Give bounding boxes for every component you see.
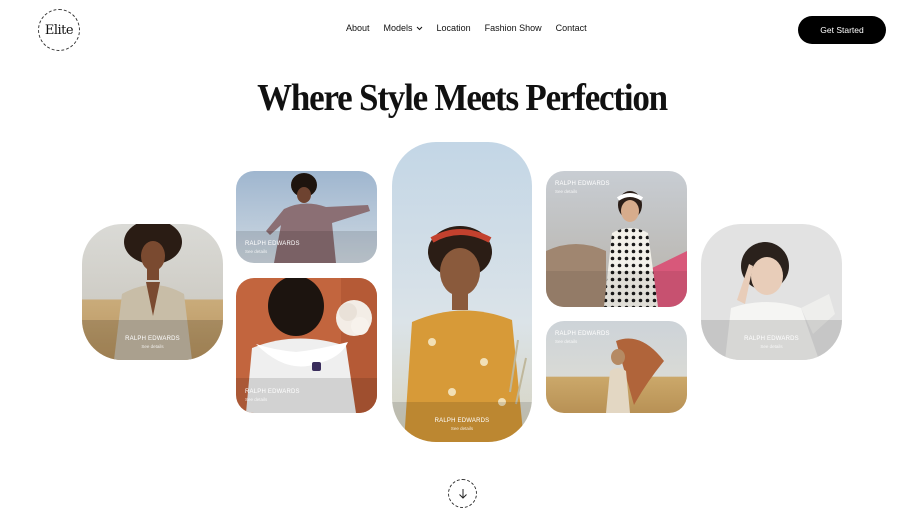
scroll-down-button[interactable] xyxy=(448,479,477,508)
nav-location[interactable]: Location xyxy=(437,23,471,33)
get-started-button[interactable]: Get Started xyxy=(798,16,886,44)
model-caption-5: RALPH EDWARDS See details xyxy=(555,181,687,194)
model-caption-1: RALPH EDWARDS See details xyxy=(82,336,223,349)
see-details-link[interactable]: See details xyxy=(555,189,687,195)
model-name: RALPH EDWARDS xyxy=(555,331,610,337)
model-card-3[interactable]: RALPH EDWARDS See details xyxy=(236,278,377,413)
brand-logo-text: Elite xyxy=(44,22,74,38)
page-title: Where Style Meets Perfection xyxy=(257,76,668,119)
model-card-1[interactable]: RALPH EDWARDS See details xyxy=(82,224,223,360)
model-name: RALPH EDWARDS xyxy=(125,336,180,342)
model-name: RALPH EDWARDS xyxy=(744,336,799,342)
nav-contact[interactable]: Contact xyxy=(556,23,587,33)
model-caption-4: RALPH EDWARDS See details xyxy=(392,418,532,431)
model-name: RALPH EDWARDS xyxy=(245,389,300,395)
nav-fashion-show[interactable]: Fashion Show xyxy=(485,23,542,33)
model-caption-6: RALPH EDWARDS See details xyxy=(555,331,687,344)
model-caption-2: RALPH EDWARDS See details xyxy=(245,241,377,254)
brand-logo[interactable]: Elite xyxy=(38,9,80,51)
model-card-7[interactable]: RALPH EDWARDS See details xyxy=(701,224,842,360)
model-caption-3: RALPH EDWARDS See details xyxy=(245,389,377,402)
main-nav: About Models Location Fashion Show Conta… xyxy=(346,23,587,33)
model-card-2[interactable]: RALPH EDWARDS See details xyxy=(236,171,377,263)
see-details-link[interactable]: See details xyxy=(701,344,842,350)
chevron-down-icon xyxy=(416,26,422,30)
see-details-link[interactable]: See details xyxy=(245,397,377,403)
nav-about[interactable]: About xyxy=(346,23,370,33)
model-card-4[interactable]: RALPH EDWARDS See details xyxy=(392,142,532,442)
see-details-link[interactable]: See details xyxy=(392,426,532,432)
nav-models-label: Models xyxy=(383,23,413,33)
model-name: RALPH EDWARDS xyxy=(245,241,300,247)
see-details-link[interactable]: See details xyxy=(82,344,223,350)
model-photo-4 xyxy=(392,142,532,442)
see-details-link[interactable]: See details xyxy=(555,339,687,345)
see-details-link[interactable]: See details xyxy=(245,249,377,255)
model-card-5[interactable]: RALPH EDWARDS See details xyxy=(546,171,687,307)
model-name: RALPH EDWARDS xyxy=(434,418,490,424)
model-name: RALPH EDWARDS xyxy=(555,181,610,187)
model-card-6[interactable]: RALPH EDWARDS See details xyxy=(546,321,687,413)
model-caption-7: RALPH EDWARDS See details xyxy=(701,336,842,349)
arrow-down-icon xyxy=(458,488,467,499)
nav-models[interactable]: Models xyxy=(384,23,423,33)
